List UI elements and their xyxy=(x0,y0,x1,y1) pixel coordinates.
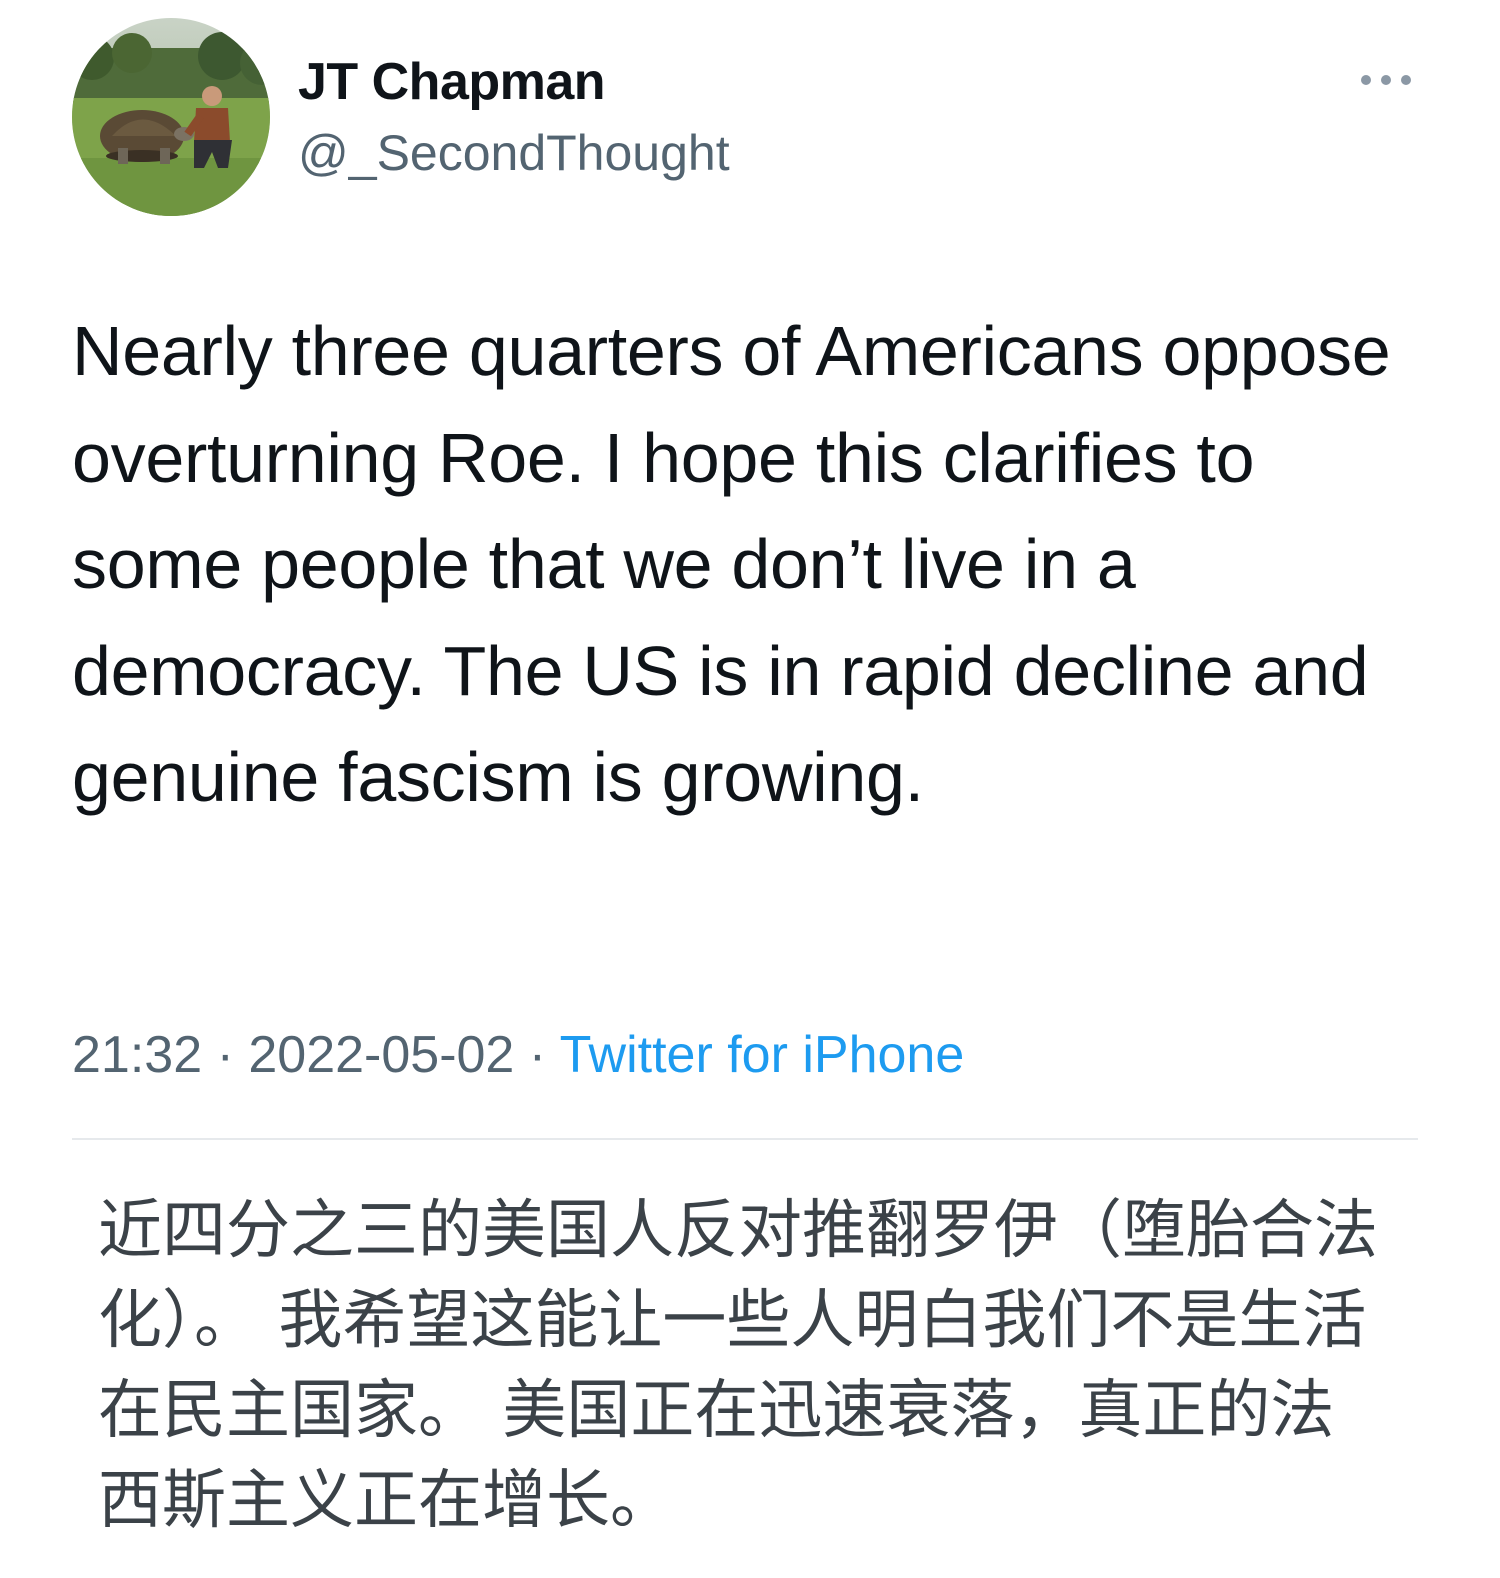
more-options-button[interactable] xyxy=(1352,60,1420,100)
tweet-meta: 21:32 · 2022-05-02 · Twitter for iPhone xyxy=(72,1024,964,1086)
translation-text: 近四分之三的美国人反对推翻罗伊（堕胎合法化）。 我希望这能让一些人明白我们不是生… xyxy=(98,1194,1378,1538)
tweet-card: JT Chapman @_SecondThought Nearly three … xyxy=(0,0,1500,1578)
author-name[interactable]: JT Chapman xyxy=(298,52,606,112)
more-options-icon xyxy=(1361,75,1411,85)
meta-separator: · xyxy=(202,1026,249,1084)
avatar[interactable] xyxy=(72,18,270,216)
divider xyxy=(72,1138,1418,1140)
tweet-time: 21:32 xyxy=(72,1026,203,1084)
tweet-date: 2022-05-02 xyxy=(248,1026,515,1084)
author-handle[interactable]: @_SecondThought xyxy=(298,124,730,182)
tweet-text: Nearly three quarters of Americans oppos… xyxy=(72,312,1391,816)
meta-separator: · xyxy=(514,1026,560,1084)
profile-photo-icon xyxy=(72,18,270,216)
tweet-source-link[interactable]: Twitter for iPhone xyxy=(560,1026,965,1084)
